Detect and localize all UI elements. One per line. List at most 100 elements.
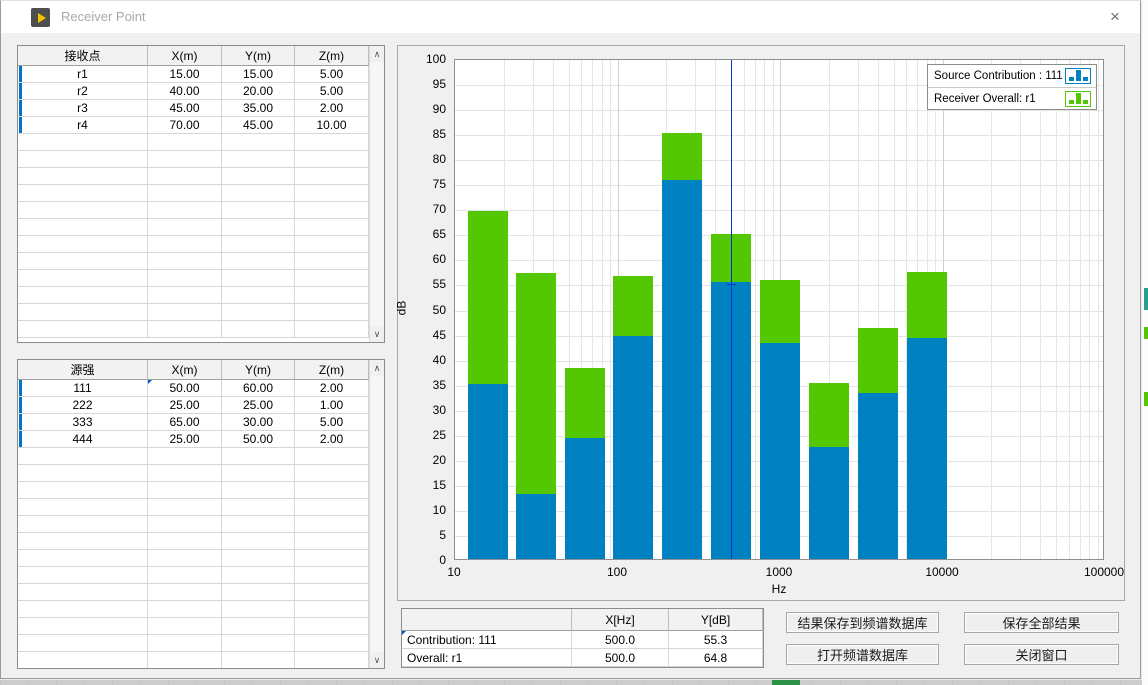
table-cell[interactable]: 111 bbox=[18, 380, 148, 397]
table-row[interactable] bbox=[18, 584, 369, 601]
table-cell[interactable] bbox=[148, 168, 222, 185]
table-cell[interactable] bbox=[18, 465, 148, 482]
table-cell[interactable] bbox=[295, 601, 369, 618]
legend-entry-overall[interactable]: Receiver Overall: r1 bbox=[928, 87, 1096, 109]
table-cell[interactable] bbox=[222, 134, 295, 151]
table-row[interactable] bbox=[18, 550, 369, 567]
table-cell[interactable] bbox=[18, 584, 148, 601]
cursor-readout-table[interactable]: X[Hz]Y[dB]Contribution: 111500.055.3Over… bbox=[401, 608, 764, 668]
column-header[interactable]: Z(m) bbox=[295, 46, 369, 66]
column-header[interactable]: Y(m) bbox=[222, 360, 295, 380]
table-cell[interactable] bbox=[18, 151, 148, 168]
table-cell[interactable] bbox=[222, 465, 295, 482]
table-cell[interactable] bbox=[148, 533, 222, 550]
table-cell[interactable] bbox=[222, 287, 295, 304]
table-cell[interactable] bbox=[148, 482, 222, 499]
receiver-table[interactable]: 接收点X(m)Y(m)Z(m)r115.0015.005.00r240.0020… bbox=[18, 46, 369, 342]
table-row[interactable] bbox=[18, 134, 369, 151]
table-cell[interactable] bbox=[18, 236, 148, 253]
table-cell[interactable] bbox=[18, 499, 148, 516]
table-cell[interactable]: r4 bbox=[18, 117, 148, 134]
table-cell[interactable] bbox=[148, 652, 222, 669]
table-cell[interactable]: 5.00 bbox=[295, 414, 369, 431]
table-row[interactable]: Contribution: 111500.055.3 bbox=[402, 631, 763, 649]
source-table[interactable]: 源强X(m)Y(m)Z(m)11150.0060.002.0022225.002… bbox=[18, 360, 369, 668]
table-cell[interactable]: 30.00 bbox=[222, 414, 295, 431]
table-cell[interactable] bbox=[18, 185, 148, 202]
table-row[interactable] bbox=[18, 287, 369, 304]
table-row[interactable] bbox=[18, 567, 369, 584]
column-header[interactable]: Y(m) bbox=[222, 46, 295, 66]
table-cell[interactable] bbox=[222, 270, 295, 287]
table-row[interactable] bbox=[18, 185, 369, 202]
table-cell[interactable]: 64.8 bbox=[669, 649, 763, 667]
table-row[interactable] bbox=[18, 601, 369, 618]
table-cell[interactable]: 40.00 bbox=[148, 83, 222, 100]
table-cell[interactable] bbox=[222, 601, 295, 618]
table-row[interactable] bbox=[18, 253, 369, 270]
table-cell[interactable] bbox=[148, 321, 222, 338]
column-header[interactable]: Y[dB] bbox=[669, 609, 763, 631]
table-cell[interactable]: r1 bbox=[18, 66, 148, 83]
table-row[interactable] bbox=[18, 533, 369, 550]
table-cell[interactable]: 65.00 bbox=[148, 414, 222, 431]
table-row[interactable] bbox=[18, 465, 369, 482]
table-row[interactable] bbox=[18, 635, 369, 652]
table-cell[interactable] bbox=[295, 168, 369, 185]
table-cell[interactable] bbox=[222, 482, 295, 499]
table-row[interactable] bbox=[18, 499, 369, 516]
table-cell[interactable] bbox=[222, 185, 295, 202]
table-cell[interactable] bbox=[295, 219, 369, 236]
table-row[interactable] bbox=[18, 151, 369, 168]
table-cell[interactable] bbox=[148, 550, 222, 567]
table-cell[interactable] bbox=[295, 516, 369, 533]
table-cell[interactable] bbox=[295, 635, 369, 652]
table-row[interactable]: 11150.0060.002.00 bbox=[18, 380, 369, 397]
table-row[interactable]: r240.0020.005.00 bbox=[18, 83, 369, 100]
plot-area[interactable] bbox=[454, 59, 1104, 560]
table-cell[interactable]: 2.00 bbox=[295, 100, 369, 117]
column-header[interactable]: 源强 bbox=[18, 360, 148, 380]
table-cell[interactable] bbox=[18, 134, 148, 151]
table-cell[interactable] bbox=[18, 482, 148, 499]
table-cell[interactable] bbox=[295, 533, 369, 550]
table-cell[interactable]: Contribution: 111 bbox=[402, 631, 572, 649]
table-row[interactable]: r115.0015.005.00 bbox=[18, 66, 369, 83]
table-cell[interactable] bbox=[148, 219, 222, 236]
open-spectrum-db-button[interactable]: 打开频谱数据库 bbox=[786, 644, 939, 665]
table-cell[interactable] bbox=[18, 287, 148, 304]
scroll-up-icon[interactable]: ∧ bbox=[370, 360, 384, 376]
table-cell[interactable] bbox=[222, 550, 295, 567]
table-cell[interactable]: r2 bbox=[18, 83, 148, 100]
scroll-down-icon[interactable]: ∨ bbox=[370, 326, 384, 342]
table-cell[interactable] bbox=[222, 448, 295, 465]
scroll-up-icon[interactable]: ∧ bbox=[370, 46, 384, 62]
table-row[interactable]: 22225.0025.001.00 bbox=[18, 397, 369, 414]
table-cell[interactable] bbox=[148, 185, 222, 202]
table-cell[interactable] bbox=[222, 321, 295, 338]
table-cell[interactable] bbox=[148, 499, 222, 516]
table-cell[interactable] bbox=[148, 253, 222, 270]
table-cell[interactable]: 444 bbox=[18, 431, 148, 448]
chart-legend[interactable]: Source Contribution : 111 Receiver Overa… bbox=[927, 64, 1097, 110]
table-cell[interactable] bbox=[18, 253, 148, 270]
table-cell[interactable] bbox=[295, 321, 369, 338]
table-cell[interactable] bbox=[148, 465, 222, 482]
table-row[interactable] bbox=[18, 304, 369, 321]
table-cell[interactable] bbox=[295, 550, 369, 567]
table-cell[interactable]: 35.00 bbox=[222, 100, 295, 117]
table-row[interactable]: r470.0045.0010.00 bbox=[18, 117, 369, 134]
source-table-scrollbar[interactable]: ∧ ∨ bbox=[369, 360, 384, 668]
table-row[interactable]: 44425.0050.002.00 bbox=[18, 431, 369, 448]
table-cell[interactable] bbox=[295, 499, 369, 516]
table-row[interactable]: 33365.0030.005.00 bbox=[18, 414, 369, 431]
table-cell[interactable] bbox=[148, 584, 222, 601]
table-cell[interactable] bbox=[222, 219, 295, 236]
table-row[interactable] bbox=[18, 652, 369, 669]
table-cell[interactable] bbox=[222, 567, 295, 584]
table-cell[interactable] bbox=[148, 567, 222, 584]
table-cell[interactable] bbox=[148, 236, 222, 253]
table-row[interactable] bbox=[18, 448, 369, 465]
table-row[interactable] bbox=[18, 236, 369, 253]
table-cell[interactable]: 45.00 bbox=[222, 117, 295, 134]
